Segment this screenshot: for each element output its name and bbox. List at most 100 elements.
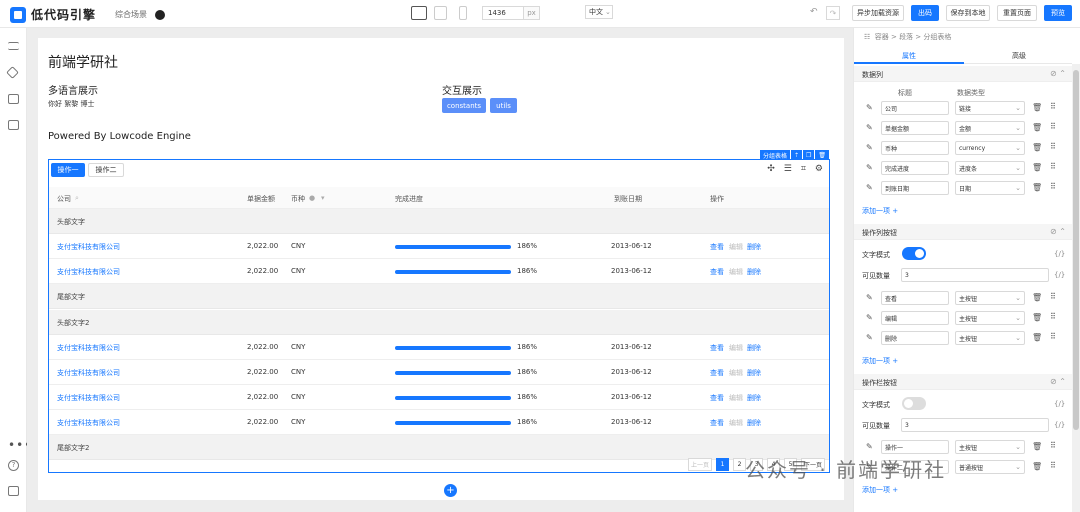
drag-handle-icon[interactable]: ⠿ [1050, 122, 1056, 131]
constants-button[interactable]: constants [442, 98, 486, 113]
edit-icon[interactable]: ✎ [866, 183, 873, 192]
company-link[interactable]: 支付宝科技有限公司 [57, 393, 120, 403]
company-link[interactable]: 支付宝科技有限公司 [57, 368, 120, 378]
edit-icon[interactable]: ✎ [866, 442, 873, 451]
text-mode-toggle-off[interactable] [902, 397, 926, 410]
delete-link[interactable]: 删除 [747, 368, 761, 378]
edit-link[interactable]: 编辑 [729, 368, 743, 378]
group-table[interactable]: 分组表格 ⇡ ❐ 🗑 操作一 操作二 ✣ ☰ ⌗ ⚙ 公司 ⌕ 单据金额 币种 … [48, 150, 830, 473]
scrollbar-thumb[interactable] [1073, 70, 1079, 430]
edit-icon[interactable]: ✎ [866, 163, 873, 172]
gear-icon[interactable]: ⚙ [815, 164, 823, 174]
edit-icon[interactable]: ✎ [866, 143, 873, 152]
github-icon[interactable] [155, 9, 166, 20]
edit-icon[interactable]: ✎ [866, 293, 873, 302]
type-select[interactable]: 主按钮 ⌄ [955, 311, 1025, 325]
edit-icon[interactable]: ✎ [866, 123, 873, 132]
drag-handle-icon[interactable]: ⠿ [1050, 461, 1056, 470]
reset-page-button[interactable]: 重置页面 [997, 5, 1037, 21]
visible-count-input[interactable]: 3 [901, 268, 1049, 282]
prev-page-button[interactable]: 上一页 [687, 458, 712, 471]
delete-link[interactable]: 删除 [747, 393, 761, 403]
variable-bind-icon[interactable]: {/} [1054, 421, 1065, 429]
company-link[interactable]: 支付宝科技有限公司 [57, 267, 120, 277]
datasource-icon[interactable] [8, 94, 19, 104]
title-input[interactable]: 完成进度 [881, 161, 949, 175]
edit-link[interactable]: 编辑 [729, 343, 743, 353]
copy-icon[interactable]: ❐ [802, 150, 815, 160]
help-icon[interactable]: ? [8, 460, 19, 471]
language-select[interactable]: 中文 ⌄ [585, 5, 613, 19]
type-select[interactable]: 金额 ⌄ [955, 121, 1025, 135]
variable-bind-icon[interactable]: {/} [1054, 271, 1065, 279]
type-select[interactable]: 进度条 ⌄ [955, 161, 1025, 175]
filter-icon[interactable]: ▾ [321, 194, 325, 202]
variable-bind-icon[interactable]: {/} [1054, 400, 1065, 408]
title-input[interactable]: 查看 [881, 291, 949, 305]
company-link[interactable]: 支付宝科技有限公司 [57, 242, 120, 252]
code-editor-icon[interactable] [8, 120, 19, 130]
text-mode-toggle-on[interactable] [902, 247, 926, 260]
async-load-button[interactable]: 异步加载资源 [852, 5, 904, 21]
type-select[interactable]: 主按钮 ⌄ [955, 440, 1025, 454]
title-input[interactable]: 公司 [881, 101, 949, 115]
undo-icon[interactable]: ↶ [810, 7, 818, 17]
section-op-col[interactable]: 操作列按钮 ⊘ ⌃ [854, 224, 1072, 240]
column-settings-icon[interactable]: ☰ [784, 164, 792, 174]
edit-icon[interactable]: ✎ [866, 313, 873, 322]
variable-bind-icon[interactable]: {/} [1054, 250, 1065, 258]
panel-scrollbar[interactable] [1072, 64, 1080, 512]
phone-device-icon[interactable] [459, 6, 467, 20]
view-link[interactable]: 查看 [710, 368, 724, 378]
utils-button[interactable]: utils [490, 98, 517, 113]
view-link[interactable]: 查看 [710, 267, 724, 277]
view-link[interactable]: 查看 [710, 393, 724, 403]
add-component-icon[interactable]: + [444, 484, 457, 497]
component-library-icon[interactable] [6, 66, 19, 79]
title-input[interactable]: 删除 [881, 331, 949, 345]
chevron-up-icon[interactable]: ⊘ ⌃ [1050, 69, 1066, 78]
tab-advanced[interactable]: 高级 [1012, 51, 1026, 61]
trash-icon[interactable]: 🗑 [1032, 103, 1042, 112]
desktop-device-icon[interactable] [411, 6, 427, 20]
trash-icon[interactable]: 🗑 [1032, 293, 1042, 302]
trash-icon[interactable]: 🗑 [1032, 442, 1042, 451]
drag-handle-icon[interactable]: ⠿ [1050, 332, 1056, 341]
chevron-up-icon[interactable]: ⊘ ⌃ [1050, 227, 1066, 236]
view-link[interactable]: 查看 [710, 242, 724, 252]
type-select[interactable]: 主按钮 ⌄ [955, 291, 1025, 305]
edit-link[interactable]: 编辑 [729, 393, 743, 403]
drag-handle-icon[interactable]: ⠿ [1050, 312, 1056, 321]
trash-icon[interactable]: 🗑 [1032, 183, 1042, 192]
export-code-button[interactable]: 出码 [911, 5, 939, 21]
view-link[interactable]: 查看 [710, 418, 724, 428]
chevron-up-icon[interactable]: ⊘ ⌃ [1050, 377, 1066, 386]
add-column-link[interactable]: 添加一项 + [862, 206, 898, 216]
type-select[interactable]: currency ⌄ [955, 141, 1025, 155]
type-select[interactable]: 链接 ⌄ [955, 101, 1025, 115]
delete-link[interactable]: 删除 [747, 343, 761, 353]
search-icon[interactable]: ⌕ [75, 194, 79, 203]
edit-icon[interactable]: ✎ [866, 333, 873, 342]
page-1[interactable]: 1 [715, 458, 729, 471]
drag-handle-icon[interactable]: ⠿ [1050, 182, 1056, 191]
drag-handle-icon[interactable]: ⠿ [1050, 142, 1056, 151]
zoom-icon[interactable]: ✣ [767, 164, 775, 174]
drag-handle-icon[interactable]: ⠿ [1050, 102, 1056, 111]
edit-link[interactable]: 编辑 [729, 267, 743, 277]
title-input[interactable]: 到账日期 [881, 181, 949, 195]
delete-link[interactable]: 删除 [747, 242, 761, 252]
delete-link[interactable]: 删除 [747, 267, 761, 277]
delete-icon[interactable]: 🗑 [815, 150, 829, 160]
trash-icon[interactable]: 🗑 [1032, 143, 1042, 152]
title-input[interactable]: 单据金额 [881, 121, 949, 135]
edit-icon[interactable]: ✎ [866, 103, 873, 112]
redo-icon[interactable]: ↷ [826, 6, 840, 20]
drag-handle-icon[interactable]: ⠿ [1050, 441, 1056, 450]
title-input[interactable]: 币种 [881, 141, 949, 155]
company-link[interactable]: 支付宝科技有限公司 [57, 418, 120, 428]
section-columns[interactable]: 数据列 ⊘ ⌃ [854, 66, 1072, 82]
tablet-device-icon[interactable] [434, 6, 447, 20]
trash-icon[interactable]: 🗑 [1032, 313, 1042, 322]
add-bar-button-link[interactable]: 添加一项 + [862, 485, 898, 495]
